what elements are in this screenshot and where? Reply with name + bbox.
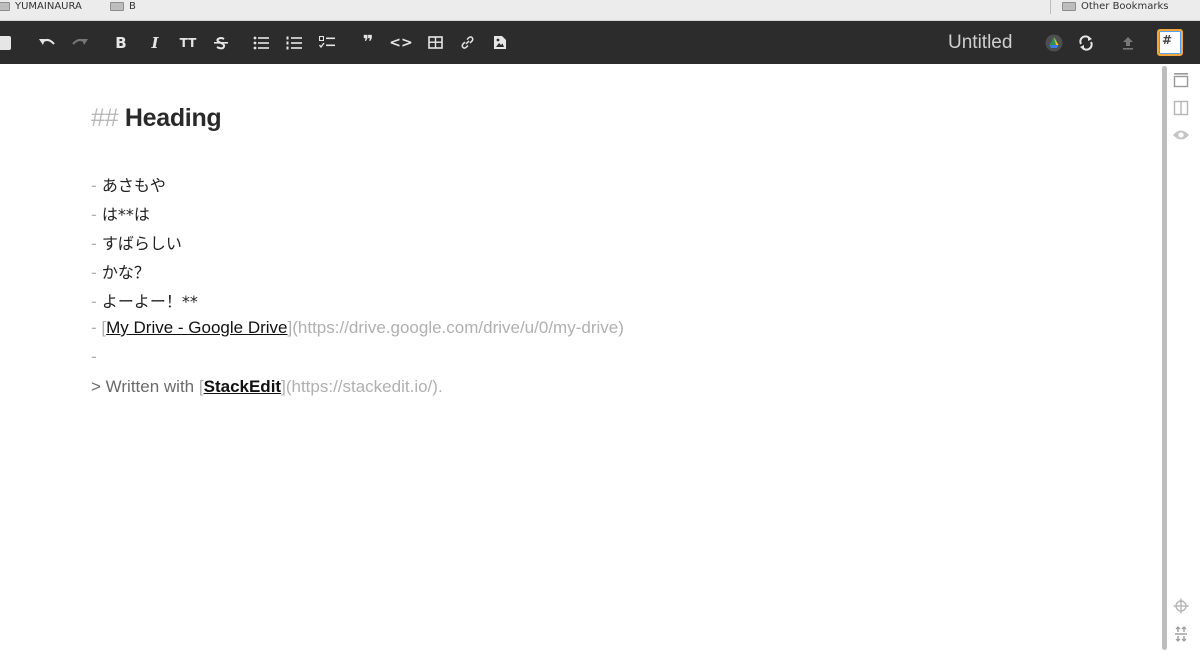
heading-line: ## Heading xyxy=(91,104,222,133)
document-title[interactable]: Untitled xyxy=(948,21,1012,64)
google-drive-icon xyxy=(1045,34,1063,51)
bookmark-label: B xyxy=(129,0,136,12)
ordered-list-button[interactable] xyxy=(285,21,303,64)
numbered-list-icon xyxy=(286,36,302,49)
blockquote-button[interactable]: ❞ xyxy=(358,21,378,64)
quote-url: https://stackedit.io/ xyxy=(291,377,433,396)
italic-icon: I xyxy=(151,33,159,52)
redo-button[interactable] xyxy=(70,21,90,64)
bold-button[interactable]: B xyxy=(112,21,130,64)
quote-prefix: > Written with xyxy=(91,377,199,396)
bookmark-label: YUMAINAURA xyxy=(15,0,82,12)
folder-icon xyxy=(1062,1,1076,11)
sidebar-icon xyxy=(0,35,11,50)
preview-icon xyxy=(1173,130,1189,140)
code-button[interactable]: <> xyxy=(389,21,413,64)
strikethrough-icon xyxy=(214,36,228,49)
link-button[interactable] xyxy=(458,21,476,64)
folder-icon xyxy=(0,1,10,11)
table-icon xyxy=(427,36,443,49)
list-item-text: は**は xyxy=(101,205,150,224)
quote-bracket-mid: ]( xyxy=(281,377,292,396)
italic-button[interactable]: I xyxy=(146,21,164,64)
table-button[interactable] xyxy=(426,21,444,64)
heading-marker: ## xyxy=(91,104,119,132)
blockquote-line: > Written with [StackEdit](https://stack… xyxy=(91,377,443,397)
publish-button[interactable] xyxy=(1119,21,1137,64)
link-url: https://drive.google.com/drive/u/0/my-dr… xyxy=(297,318,619,337)
other-bookmarks-label: Other Bookmarks xyxy=(1081,0,1169,12)
heading-button[interactable]: TT xyxy=(178,21,198,64)
sync-icon xyxy=(1079,34,1093,51)
check-list-button[interactable] xyxy=(318,21,336,64)
link-list-item: - [My Drive - Google Drive](https://driv… xyxy=(91,318,624,338)
folder-icon xyxy=(110,1,124,11)
scroll-sync-button[interactable] xyxy=(1172,597,1190,615)
heading-text: Heading xyxy=(124,104,222,132)
list-item: - あさもや xyxy=(91,172,166,196)
sync-button[interactable] xyxy=(1076,21,1096,64)
quote-bracket-close: ). xyxy=(432,377,443,396)
navigation-button[interactable] xyxy=(1172,625,1190,643)
checklist-icon xyxy=(319,35,335,48)
list-item-text: あさもや xyxy=(101,176,166,195)
empty-list-item: - xyxy=(91,347,97,366)
link-bracket-mid: ]( xyxy=(287,318,298,337)
list-item-text: よーよー！** xyxy=(101,292,198,311)
list-item: - は**は xyxy=(91,201,150,225)
google-drive-button[interactable] xyxy=(1044,21,1064,64)
bullet-list-icon xyxy=(253,36,269,49)
list-marker: - xyxy=(91,347,97,366)
list-marker: - xyxy=(91,234,97,253)
bold-icon: B xyxy=(115,33,127,52)
bookmarks-bar: YUMAINAURA B Other Bookmarks xyxy=(0,0,1200,21)
heading-icon: TT xyxy=(179,35,197,50)
workspace-badge[interactable]: # xyxy=(1157,29,1183,56)
list-item: - すばらしい xyxy=(91,230,182,254)
list-marker: - xyxy=(91,292,97,311)
side-by-side-button[interactable] xyxy=(1172,99,1190,117)
scroll-sync-icon xyxy=(1173,598,1189,614)
stackedit-link[interactable]: StackEdit xyxy=(204,377,281,396)
list-item-text: かな？ xyxy=(101,263,150,282)
unordered-list-button[interactable] xyxy=(252,21,270,64)
navigation-icon xyxy=(1175,626,1187,642)
toggle-sidebar-button[interactable] xyxy=(0,21,14,64)
undo-button[interactable] xyxy=(37,21,57,64)
undo-icon xyxy=(39,38,55,45)
bookmark-b[interactable]: B xyxy=(110,0,136,12)
redo-icon xyxy=(72,38,88,45)
image-button[interactable] xyxy=(491,21,509,64)
quote-icon: ❞ xyxy=(362,32,374,53)
scrollbar[interactable] xyxy=(1162,66,1167,650)
link-text[interactable]: My Drive - Google Drive xyxy=(106,318,287,337)
image-icon xyxy=(494,36,506,49)
list-item: - よーよー！** xyxy=(91,288,198,312)
list-marker: - xyxy=(91,205,97,224)
code-icon: <> xyxy=(389,34,413,51)
strikethrough-button[interactable] xyxy=(212,21,230,64)
bookmark-yumainaura[interactable]: YUMAINAURA xyxy=(0,0,82,12)
editor-only-button[interactable] xyxy=(1172,71,1190,89)
list-item-text: すばらしい xyxy=(101,234,182,253)
other-bookmarks[interactable]: Other Bookmarks xyxy=(1062,0,1168,12)
markdown-editor[interactable] xyxy=(0,64,1160,655)
list-item: - かな？ xyxy=(91,259,150,283)
preview-button[interactable] xyxy=(1172,126,1190,144)
link-bracket-close: ) xyxy=(618,318,624,337)
list-marker: - xyxy=(91,263,97,282)
upload-icon xyxy=(1123,36,1133,50)
side-by-side-icon xyxy=(1173,100,1189,116)
list-marker: - xyxy=(91,318,97,337)
list-marker: - xyxy=(91,176,97,195)
link-icon xyxy=(461,36,473,49)
bookmarks-separator xyxy=(1050,0,1051,14)
editor-only-icon xyxy=(1173,73,1189,88)
